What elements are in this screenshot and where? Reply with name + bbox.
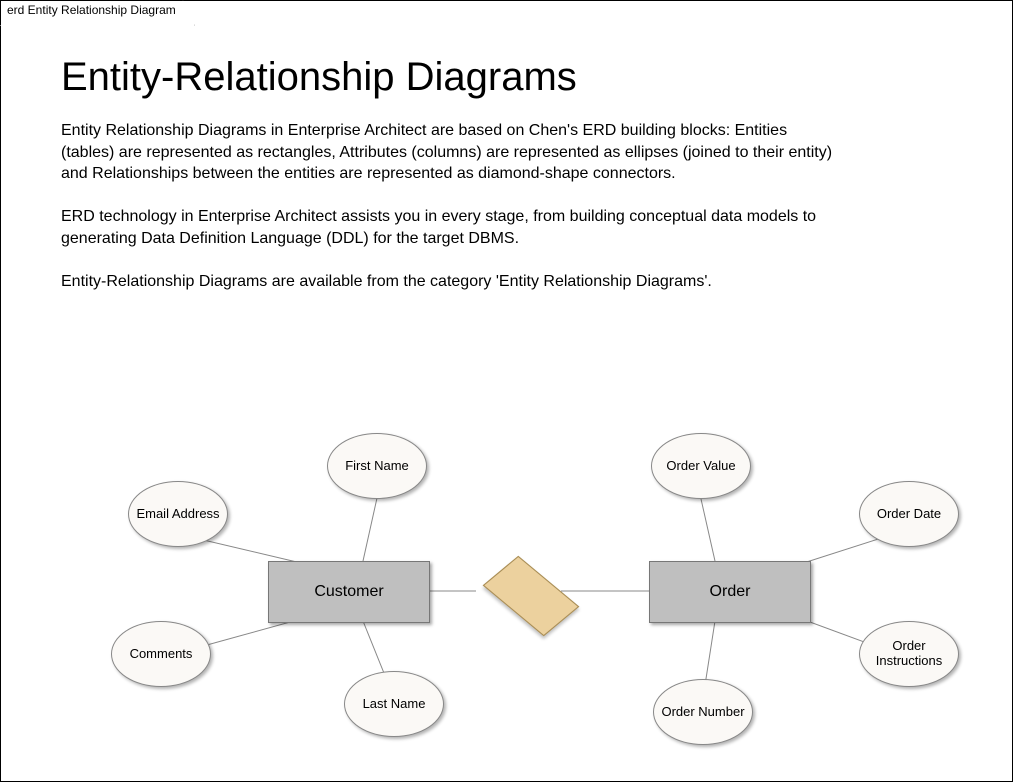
attribute-label: Order Instructions [866, 639, 952, 669]
entity-label: Order [710, 583, 751, 601]
attribute-label: Email Address [136, 507, 219, 522]
attribute-comments[interactable]: Comments [111, 621, 211, 687]
attribute-label: Order Number [661, 705, 744, 720]
frame-tab-label: erd Entity Relationship Diagram [7, 3, 176, 17]
entity-label: Customer [314, 583, 383, 601]
attribute-label: Order Value [666, 459, 735, 474]
content-block: Entity-Relationship Diagrams Entity Rela… [61, 41, 952, 293]
attribute-label: Last Name [363, 697, 426, 712]
frame-tab: erd Entity Relationship Diagram [0, 0, 195, 26]
attribute-first-name[interactable]: First Name [327, 433, 427, 499]
page-description: Entity Relationship Diagrams in Enterpri… [61, 120, 841, 293]
attribute-order-instructions[interactable]: Order Instructions [859, 621, 959, 687]
attribute-order-date[interactable]: Order Date [859, 481, 959, 547]
entity-customer[interactable]: Customer [268, 561, 430, 623]
entity-order[interactable]: Order [649, 561, 811, 623]
attribute-label: Comments [130, 647, 193, 662]
diagram-frame: erd Entity Relationship Diagram Entity-R… [0, 0, 1013, 782]
attribute-label: Order Date [877, 507, 941, 522]
relationship-customer-order[interactable] [483, 556, 580, 637]
attribute-order-number[interactable]: Order Number [653, 679, 753, 745]
attribute-label: First Name [345, 459, 409, 474]
attribute-order-value[interactable]: Order Value [651, 433, 751, 499]
attribute-last-name[interactable]: Last Name [344, 671, 444, 737]
page-title: Entity-Relationship Diagrams [61, 55, 952, 100]
attribute-email-address[interactable]: Email Address [128, 481, 228, 547]
